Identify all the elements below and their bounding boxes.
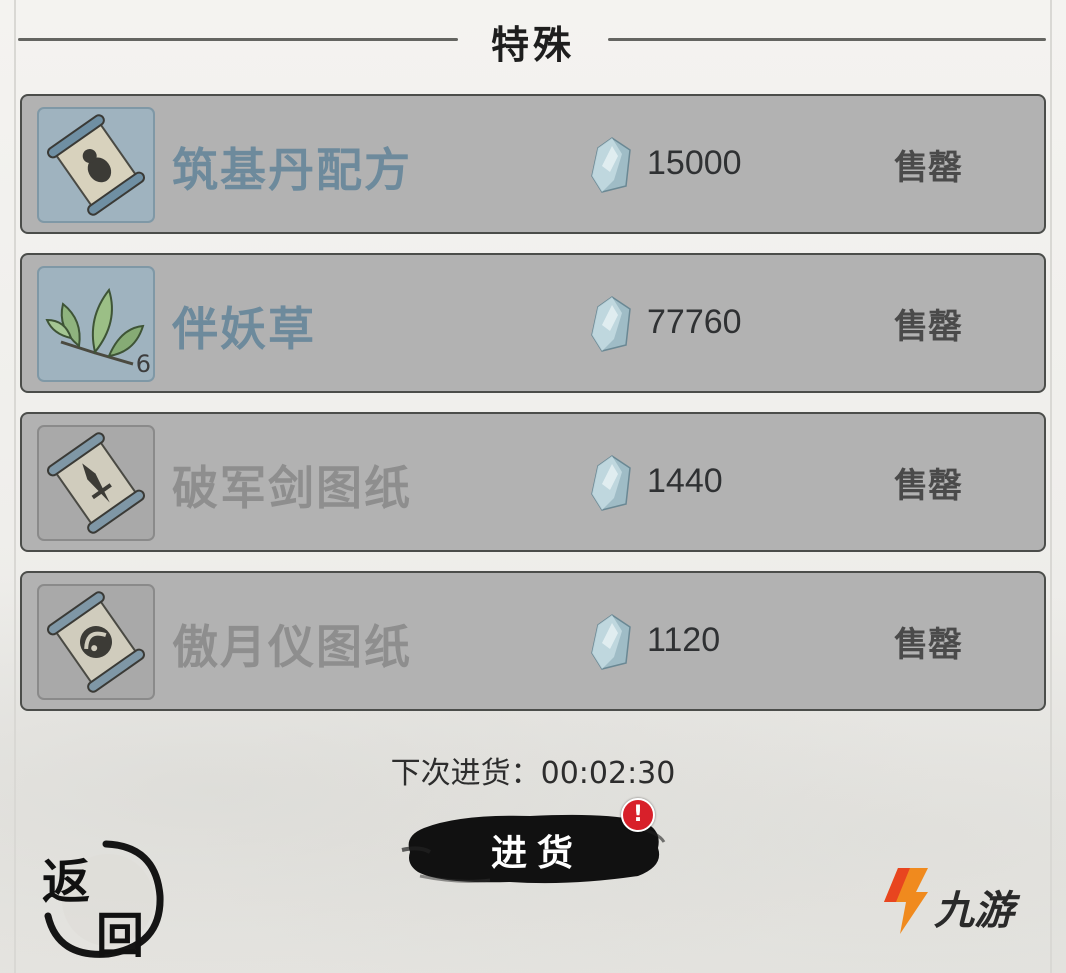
restock-timer: 下次进货：00:02:30 — [390, 756, 676, 791]
item-quantity: 6 — [135, 350, 151, 378]
back-char-1: 返 — [42, 854, 91, 910]
item-thumbnail — [37, 107, 155, 223]
item-thumbnail — [37, 425, 155, 541]
spirit-stone-icon — [591, 614, 631, 670]
item-name: 破军剑图纸 — [172, 461, 412, 515]
item-price: 1120 — [647, 621, 721, 659]
header-rule-left — [18, 38, 458, 41]
back-button[interactable]: 返 回 — [38, 836, 168, 964]
item-price: 77760 — [647, 303, 742, 341]
shop-item-row[interactable]: 6 伴妖草 77760 售罄 — [20, 253, 1046, 393]
spirit-stone-icon — [591, 137, 631, 193]
sold-out-label: 售罄 — [894, 148, 962, 188]
jiuyou-logo-icon — [884, 868, 928, 934]
frame-line-right — [1050, 0, 1052, 973]
section-header: 特殊 — [0, 0, 1066, 84]
header-rule-right — [608, 38, 1046, 41]
item-thumbnail — [37, 584, 155, 700]
spirit-stone-icon — [591, 296, 631, 352]
section-title: 特殊 — [490, 22, 575, 67]
item-thumbnail: 6 — [37, 266, 155, 382]
shop-item-row[interactable]: 破军剑图纸 1440 售罄 — [20, 412, 1046, 552]
item-name: 傲月仪图纸 — [172, 620, 412, 674]
watermark-text: 九游 — [934, 888, 1014, 934]
restock-label: 进货 — [490, 832, 583, 874]
sword-blueprint-scroll-icon — [46, 432, 146, 534]
sold-out-label: 售罄 — [894, 466, 962, 506]
frame-line-left — [14, 0, 16, 973]
notification-badge: ! — [621, 798, 655, 832]
back-char-2: 回 — [96, 908, 145, 964]
sold-out-label: 售罄 — [894, 307, 962, 347]
spirit-stone-icon — [591, 455, 631, 511]
item-name: 伴妖草 — [172, 302, 316, 356]
jiuyou-watermark: 九游 — [876, 862, 1046, 942]
shop-item-list: 筑基丹配方 15000 售罄 6 伴妖草 77760 售罄 破军剑图纸 1440… — [20, 94, 1046, 730]
shop-item-row[interactable]: 傲月仪图纸 1120 售罄 — [20, 571, 1046, 711]
shop-item-row[interactable]: 筑基丹配方 15000 售罄 — [20, 94, 1046, 234]
sold-out-label: 售罄 — [894, 625, 962, 665]
recipe-scroll-icon — [46, 114, 146, 216]
item-price: 15000 — [647, 144, 742, 182]
item-price: 1440 — [647, 462, 723, 500]
item-name: 筑基丹配方 — [172, 143, 412, 197]
artifact-blueprint-scroll-icon — [46, 591, 146, 693]
